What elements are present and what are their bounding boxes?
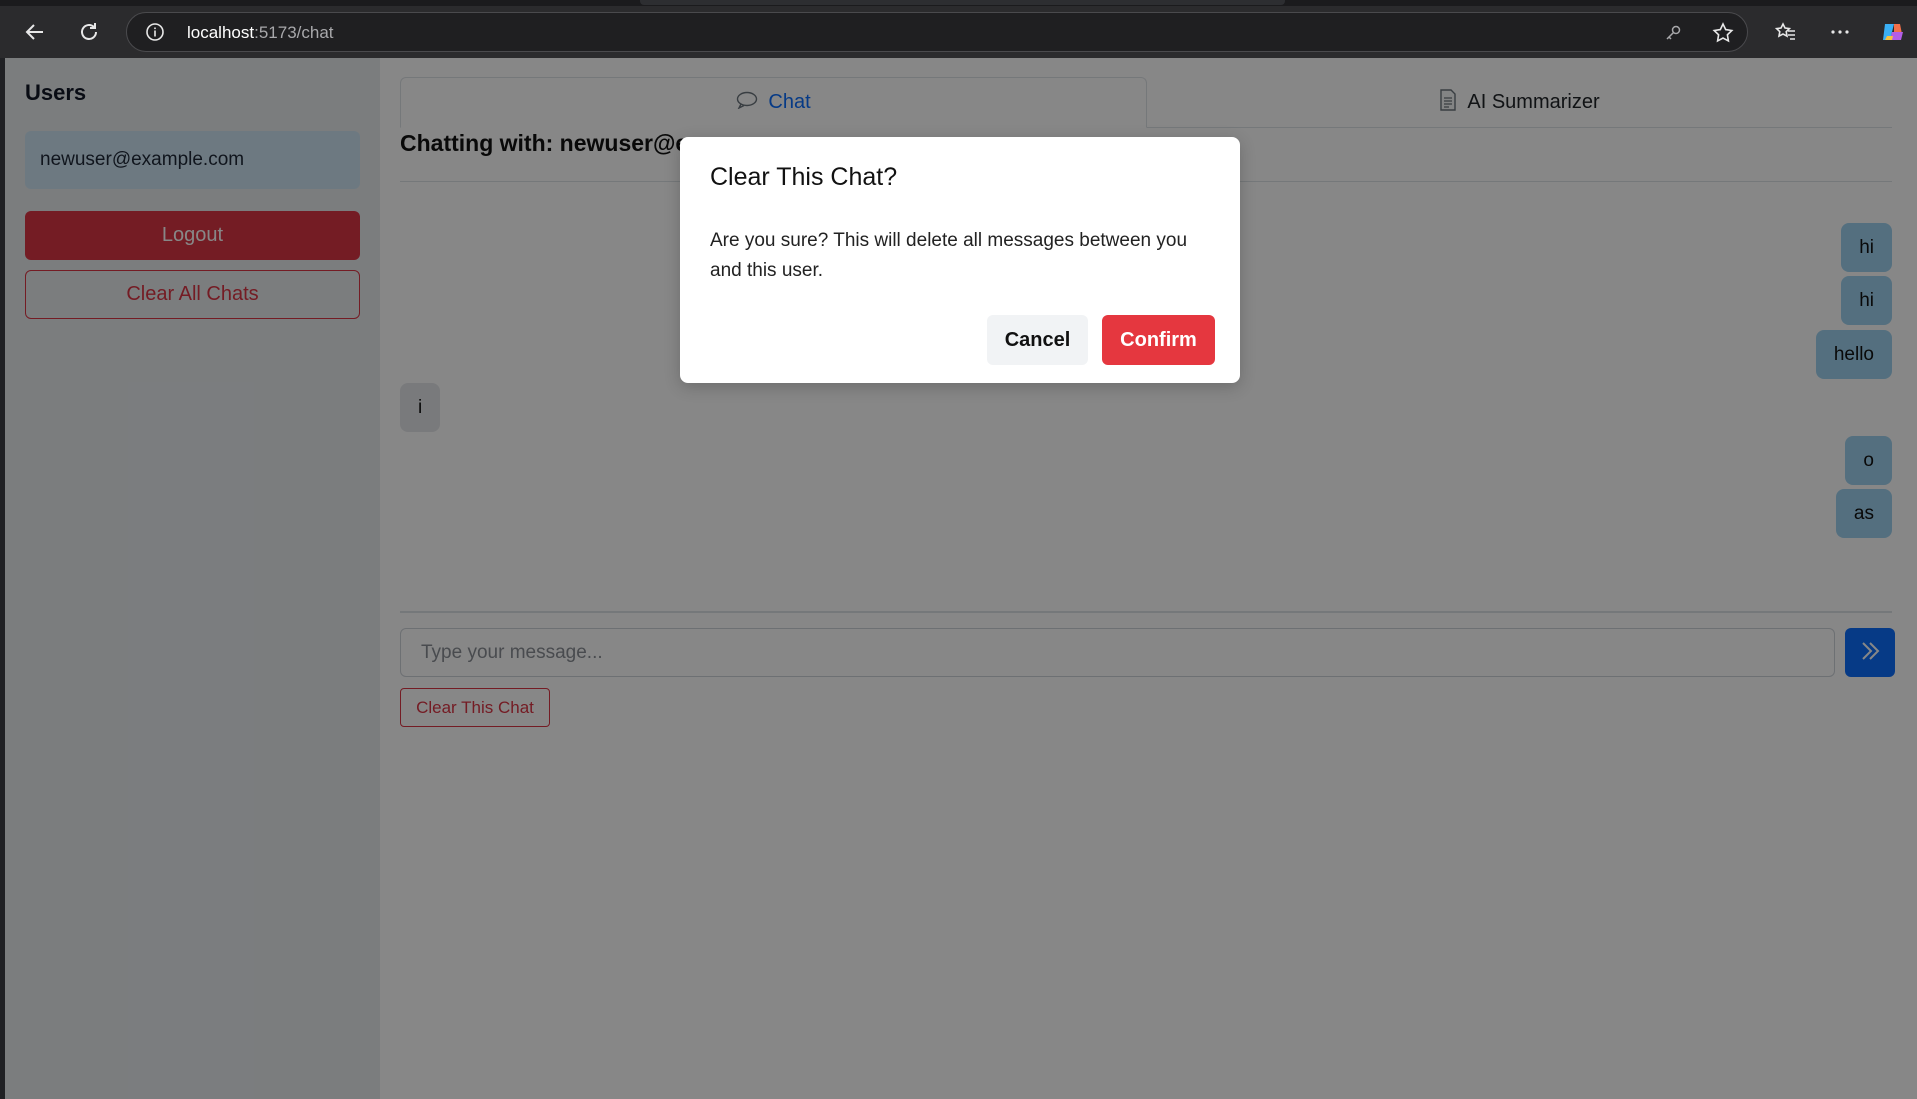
favorites-icon[interactable] (1768, 15, 1802, 49)
app-viewport: Users newuser@example.com Logout Clear A… (5, 58, 1917, 1099)
url-host: localhost (187, 23, 255, 42)
dialog-title: Clear This Chat? (710, 163, 898, 191)
back-icon[interactable] (18, 15, 52, 49)
star-icon[interactable] (1711, 21, 1735, 45)
refresh-icon[interactable] (72, 15, 106, 49)
url-path: :5173/chat (254, 23, 334, 42)
url-text: localhost:5173/chat (187, 23, 334, 43)
key-icon[interactable] (1661, 21, 1685, 45)
site-info-icon[interactable] (145, 22, 165, 42)
cancel-button[interactable]: Cancel (987, 315, 1088, 365)
address-bar[interactable]: localhost:5173/chat (126, 12, 1748, 52)
confirm-dialog: Clear This Chat? Are you sure? This will… (680, 137, 1240, 383)
copilot-icon[interactable] (1876, 15, 1910, 49)
confirm-button[interactable]: Confirm (1102, 315, 1215, 365)
dialog-message: Are you sure? This will delete all messa… (710, 230, 1188, 281)
more-options-icon[interactable] (1823, 15, 1857, 49)
browser-toolbar: localhost:5173/chat (0, 6, 1917, 58)
browser-tab[interactable] (640, 0, 1285, 5)
